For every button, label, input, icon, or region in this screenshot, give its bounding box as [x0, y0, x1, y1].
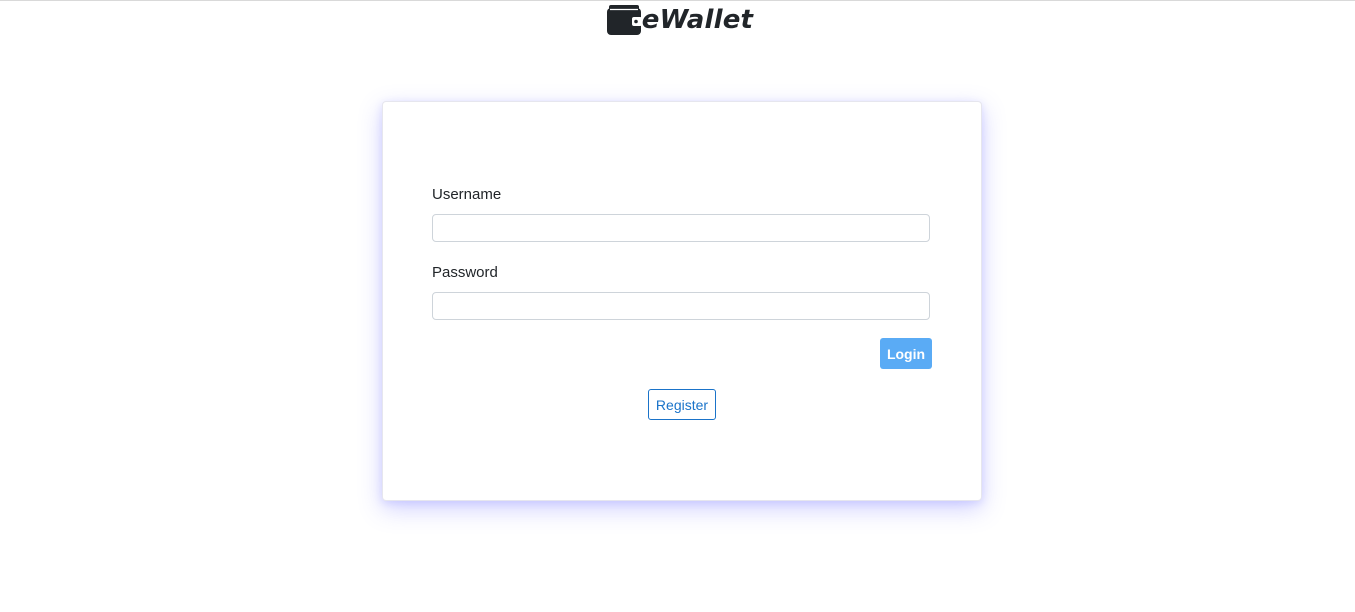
password-label: Password [432, 264, 498, 281]
login-card: Username Password Login Register [382, 101, 982, 501]
username-label: Username [432, 186, 502, 203]
brand-logo: eWallet [606, 2, 753, 38]
register-button[interactable]: Register [648, 389, 716, 420]
brand-name: eWallet [641, 5, 754, 35]
password-input[interactable] [432, 292, 930, 320]
wallet-icon [606, 4, 642, 36]
login-button[interactable]: Login [880, 338, 932, 369]
brand-header: eWallet [0, 2, 1355, 38]
username-input[interactable] [432, 214, 930, 242]
top-border [0, 0, 1355, 1]
